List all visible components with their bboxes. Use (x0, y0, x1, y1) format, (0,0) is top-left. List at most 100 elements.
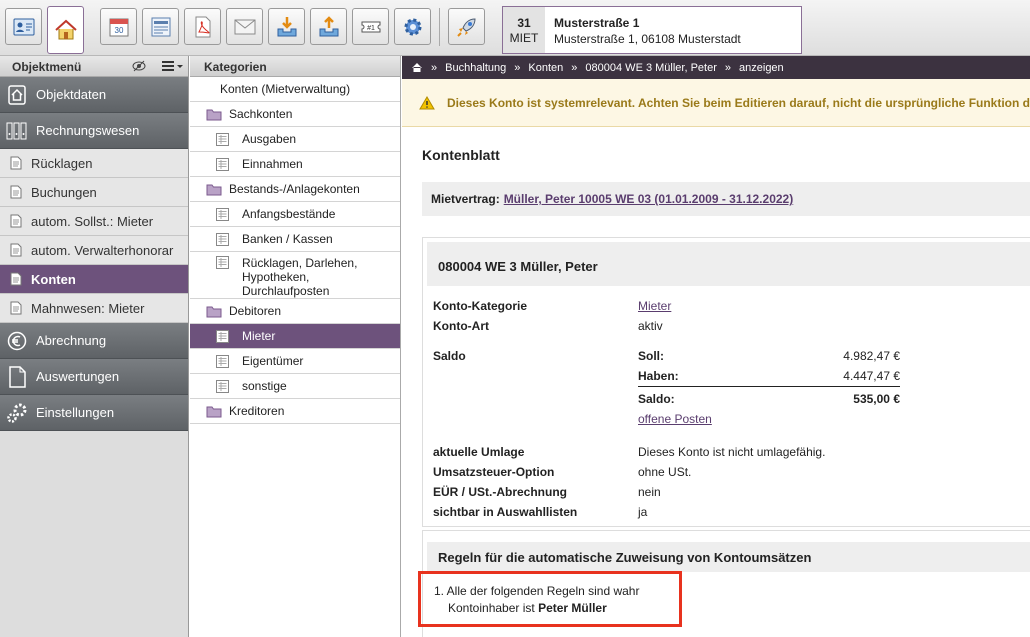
menu-item-rechnungswesen[interactable]: Rechnungswesen (0, 113, 188, 149)
contract-link[interactable]: Müller, Peter 10005 WE 03 (01.01.2009 - … (504, 192, 794, 206)
breadcrumb-item-konten[interactable]: Konten (528, 62, 563, 74)
menu-item-abrechnung[interactable]: Abrechnung (0, 323, 188, 359)
visible-label: sichtbar in Auswahllisten (433, 505, 578, 519)
category-item[interactable]: Ausgaben (190, 127, 400, 152)
category-item-label: Sachkonten (229, 107, 293, 121)
menu-item-mahnwesen-mieter[interactable]: Mahnwesen: Mieter (0, 294, 188, 323)
category-item[interactable]: Rücklagen, Darlehen, Hypotheken, Durchla… (190, 252, 400, 299)
euro-icon (6, 330, 28, 352)
category-item-label: Mieter (242, 329, 276, 343)
ust-value: ohne USt. (638, 465, 692, 479)
category-item[interactable]: Banken / Kassen (190, 227, 400, 252)
menu-item-buchungen[interactable]: Buchungen (0, 178, 188, 207)
rocket-button[interactable] (448, 8, 485, 45)
calendar-icon: 30 (109, 18, 128, 36)
object-type: MIET (509, 31, 539, 45)
menu-list-icon[interactable] (161, 60, 183, 72)
menu-item-objektdaten[interactable]: Objektdaten (0, 77, 188, 113)
haben-value: 4.447,47 € (843, 369, 900, 383)
category-item[interactable]: Mieter (190, 324, 400, 349)
object-menu-title: Objektmenü (12, 60, 82, 74)
saldo-label: Saldo (433, 349, 466, 363)
category-item-label: Bestands-/Anlagekonten (229, 182, 360, 196)
category-item-label: Kreditoren (229, 404, 285, 418)
settings-button[interactable] (394, 8, 431, 45)
binders-icon (6, 120, 28, 142)
document-icon (6, 365, 28, 388)
folder-icon (206, 108, 222, 121)
soll-row: Soll: 4.982,47 € (638, 349, 900, 363)
visibility-toggle-icon[interactable] (131, 59, 147, 73)
menu-item-label: Auswertungen (36, 369, 120, 384)
rules-heading: Regeln für die automatische Zuweisung vo… (427, 542, 1030, 572)
category-item[interactable]: Konten (Mietverwaltung) (190, 77, 400, 102)
export-button[interactable] (310, 8, 347, 45)
breadcrumb: » Buchhaltung » Konten » 080004 WE 3 Mül… (402, 56, 1030, 79)
breadcrumb-item-account[interactable]: 080004 WE 3 Müller, Peter (585, 62, 716, 74)
category-item[interactable]: Debitoren (190, 299, 400, 324)
category-item[interactable]: Kreditoren (190, 399, 400, 424)
contract-bar: Mietvertrag: Müller, Peter 10005 WE 03 (… (422, 182, 1030, 216)
category-item-label: Eigentümer (242, 354, 304, 368)
category-item-label: Rücklagen, Darlehen, Hypotheken, Durchla… (242, 256, 358, 298)
category-item-label: sonstige (242, 379, 287, 393)
category-item[interactable]: Bestands-/Anlagekonten (190, 177, 400, 202)
page-icon (10, 185, 22, 199)
category-item[interactable]: Sachkonten (190, 102, 400, 127)
menu-item-rücklagen[interactable]: Rücklagen (0, 149, 188, 178)
house-icon (6, 84, 28, 106)
category-item[interactable]: Einnahmen (190, 152, 400, 177)
current-object-panel[interactable]: 31 MIET Musterstraße 1 Musterstraße 1, 0… (502, 6, 802, 54)
main-content: Kontenblatt Mietvertrag: Müller, Peter 1… (402, 127, 1030, 637)
account-heading: 080004 WE 3 Müller, Peter (427, 242, 1030, 286)
category-item[interactable]: Eigentümer (190, 349, 400, 374)
calendar-button[interactable]: 30 (100, 8, 137, 45)
import-button[interactable] (268, 8, 305, 45)
ledger-icon (216, 329, 232, 343)
ticket-button[interactable]: #1 (352, 8, 389, 45)
form-button[interactable] (142, 8, 179, 45)
contact-card-icon (13, 18, 34, 35)
pdf-document-icon (195, 16, 210, 37)
account-card: 080004 WE 3 Müller, Peter Konto-Kategori… (422, 237, 1030, 527)
category-item-label: Debitoren (229, 304, 282, 318)
haben-row: Haben: 4.447,47 € (638, 369, 900, 387)
umlage-value: Dieses Konto ist nicht umlagefähig. (638, 445, 826, 459)
eur-value: nein (638, 485, 661, 499)
open-items-link[interactable]: offene Posten (638, 412, 712, 426)
home-icon[interactable] (411, 62, 423, 73)
menu-item-label: Objektdaten (36, 87, 107, 102)
object-menu: Objektmenü Objektdaten Rechnungswesen Rück… (0, 56, 189, 637)
form-icon (151, 17, 170, 36)
ledger-icon (216, 354, 232, 368)
category-item[interactable]: Anfangsbestände (190, 202, 400, 227)
pdf-button[interactable] (184, 8, 221, 45)
rule-condition-prefix: Kontoinhaber ist (448, 601, 535, 615)
soll-value: 4.982,47 € (843, 349, 900, 363)
object-menu-header: Objektmenü (0, 56, 188, 77)
menu-item-label: Mahnwesen: Mieter (31, 300, 145, 316)
categories-header: Kategorien (190, 56, 400, 77)
menu-item-label: Konten (31, 271, 76, 287)
contact-card-button[interactable] (5, 8, 42, 45)
menu-item-konten[interactable]: Konten (0, 265, 188, 294)
type-label: Konto-Art (433, 319, 489, 333)
mail-button[interactable] (226, 8, 263, 45)
home-button[interactable] (47, 6, 84, 54)
page-icon (10, 156, 22, 170)
menu-item-einstellungen[interactable]: Einstellungen (0, 395, 188, 431)
menu-item-auswertungen[interactable]: Auswertungen (0, 359, 188, 395)
breadcrumb-item-buchhaltung[interactable]: Buchhaltung (445, 62, 506, 74)
category-link[interactable]: Mieter (638, 299, 671, 313)
export-tray-icon (319, 15, 338, 36)
category-item-label: Konten (Mietverwaltung) (220, 82, 351, 96)
object-menu-items: Objektdaten Rechnungswesen Rücklagen Buchun… (0, 77, 188, 431)
folder-icon (206, 183, 222, 196)
import-tray-icon (277, 16, 296, 36)
type-value: aktiv (638, 319, 663, 333)
category-item[interactable]: sonstige (190, 374, 400, 399)
categories-title: Kategorien (204, 60, 267, 74)
page-icon (10, 243, 22, 257)
menu-item-autom-sollst-mieter[interactable]: autom. Sollst.: Mieter (0, 207, 188, 236)
menu-item-autom-verwalterhonorar[interactable]: autom. Verwalterhonorar (0, 236, 188, 265)
